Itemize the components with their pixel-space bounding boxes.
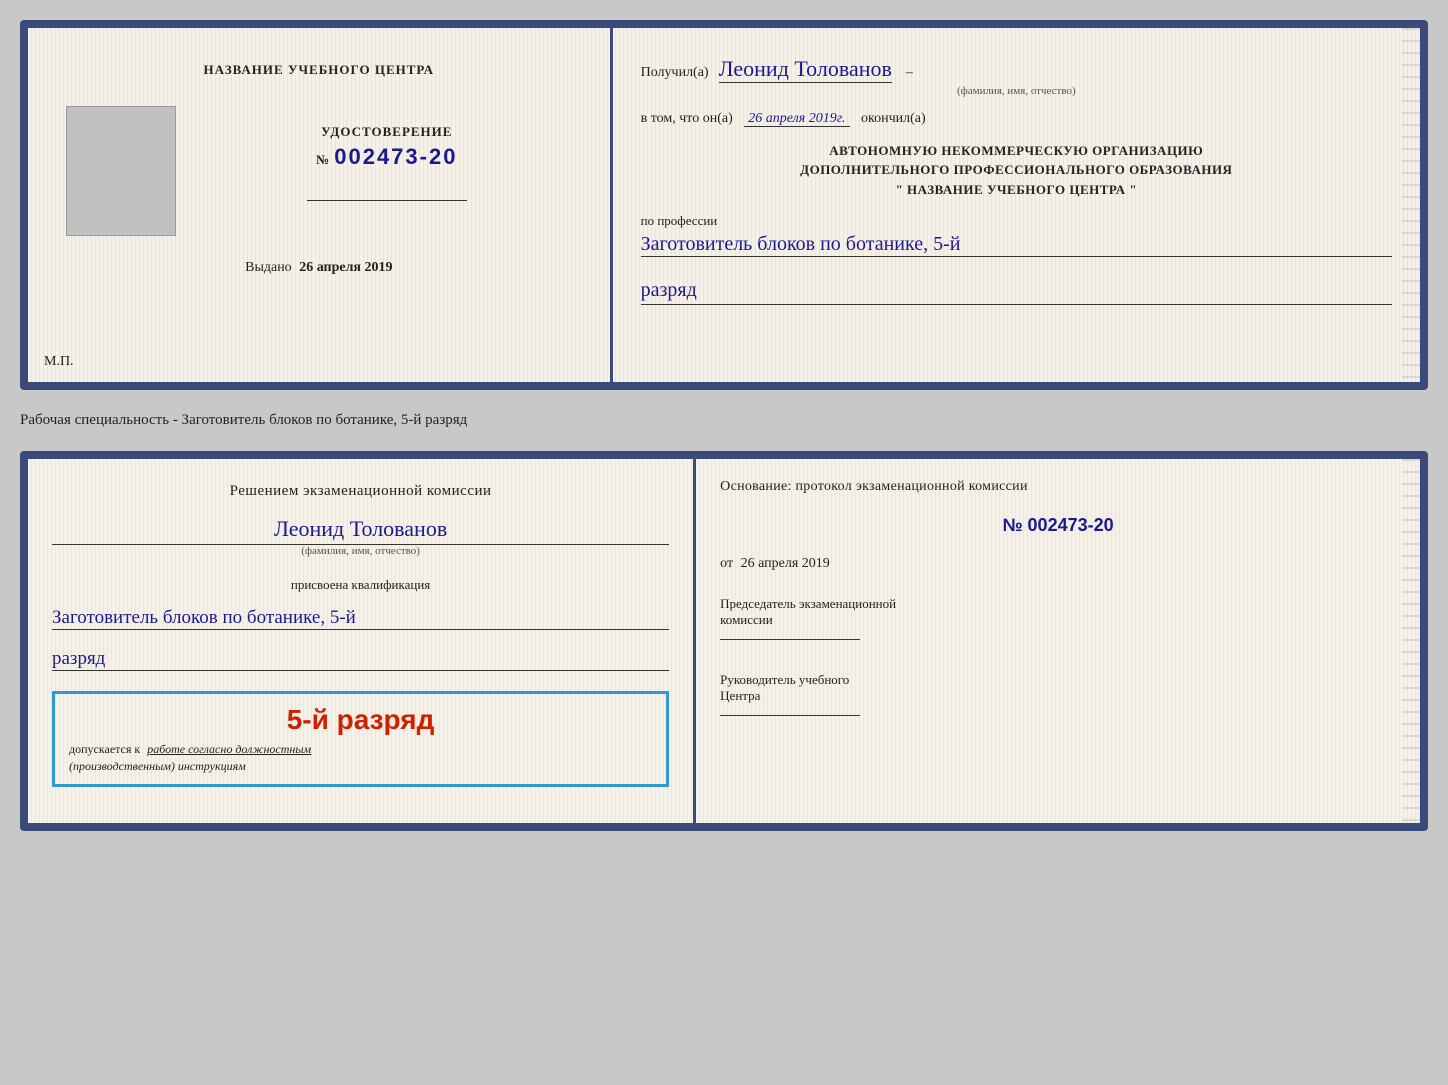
photo-placeholder xyxy=(66,106,176,236)
recipient-block: Получил(а) Леонид Толованов – (фамилия, … xyxy=(641,56,1392,97)
specialty-label: Рабочая специальность - Заготовитель бло… xyxy=(20,408,1428,433)
doc1-left: НАЗВАНИЕ УЧЕБНОГО ЦЕНТРА УДОСТОВЕРЕНИЕ №… xyxy=(28,28,613,382)
issued-line: Выдано 26 апреля 2019 xyxy=(245,260,392,276)
predsedatel-block: Председатель экзаменационной комиссии xyxy=(720,596,1396,644)
fio-subtitle: (фамилия, имя, отчество) xyxy=(641,85,1392,97)
vtom-prefix: в том, что он(а) xyxy=(641,111,733,126)
komissia-heading: Решением экзаменационной комиссии xyxy=(52,483,669,500)
razryad2-handwritten: разряд xyxy=(52,648,669,671)
ot-date: 26 апреля 2019 xyxy=(741,556,830,571)
doc1-heading: НАЗВАНИЕ УЧЕБНОГО ЦЕНТРА xyxy=(204,62,435,78)
page-wrapper: НАЗВАНИЕ УЧЕБНОГО ЦЕНТРА УДОСТОВЕРЕНИЕ №… xyxy=(20,20,1428,831)
stamp-instruk: (производственным) инструкциям xyxy=(69,759,652,774)
rukiv-block: Руководитель учебного Центра xyxy=(720,672,1396,720)
org-name: " НАЗВАНИЕ УЧЕБНОГО ЦЕНТРА " xyxy=(641,180,1392,200)
razryad-handwritten: разряд xyxy=(641,279,1392,305)
org-block: АВТОНОМНУЮ НЕКОММЕРЧЕСКУЮ ОРГАНИЗАЦИЮ ДО… xyxy=(641,141,1392,200)
okonchil: окончил(а) xyxy=(861,111,926,126)
po-professii: по профессии xyxy=(641,213,1392,229)
osnov-heading: Основание: протокол экзаменационной коми… xyxy=(720,479,1396,495)
doc1-right: Получил(а) Леонид Толованов – (фамилия, … xyxy=(613,28,1420,382)
predsedatel-label: Председатель экзаменационной xyxy=(720,596,1396,612)
kvalif-block: Заготовитель блоков по ботанике, 5-й xyxy=(52,603,669,630)
recipient-name: Леонид Толованов xyxy=(719,56,892,83)
prisvoena-text: присвоена квалификация xyxy=(52,577,669,593)
prot-number: № 002473-20 xyxy=(720,515,1396,536)
kvalif-handwritten: Заготовитель блоков по ботанике, 5-й xyxy=(52,607,669,630)
doc2-right: Основание: протокол экзаменационной коми… xyxy=(696,459,1420,823)
predsedatel-label2: комиссии xyxy=(720,612,1396,628)
razryad2-block: разряд xyxy=(52,640,669,671)
stamp-dopusk: допускается к xyxy=(69,742,140,756)
cert-number-prefix: № xyxy=(316,152,330,167)
rukiv-label2: Центра xyxy=(720,688,1396,704)
vtom-date: 26 апреля 2019г. xyxy=(744,111,849,127)
org-line1: АВТОНОМНУЮ НЕКОММЕРЧЕСКУЮ ОРГАНИЗАЦИЮ xyxy=(641,141,1392,161)
org-line2: ДОПОЛНИТЕЛЬНОГО ПРОФЕССИОНАЛЬНОГО ОБРАЗО… xyxy=(641,160,1392,180)
certificate-doc1: НАЗВАНИЕ УЧЕБНОГО ЦЕНТРА УДОСТОВЕРЕНИЕ №… xyxy=(20,20,1428,390)
doc2-fio-subtitle: (фамилия, имя, отчество) xyxy=(52,545,669,557)
stamp-rabote: работе согласно должностным xyxy=(147,742,311,756)
mp-label: М.П. xyxy=(44,354,74,370)
cert-number: 002473-20 xyxy=(334,144,457,169)
stamp-box: 5-й разряд допускается к работе согласно… xyxy=(52,691,669,787)
certificate-doc2: Решением экзаменационной комиссии Леонид… xyxy=(20,451,1428,831)
date-block: в том, что он(а) 26 апреля 2019г. окончи… xyxy=(641,111,1392,127)
issued-label: Выдано xyxy=(245,260,292,275)
issued-date: 26 апреля 2019 xyxy=(299,260,392,275)
rukiv-label: Руководитель учебного xyxy=(720,672,1396,688)
doc2-left: Решением экзаменационной комиссии Леонид… xyxy=(28,459,696,823)
ot-date-block: от 26 апреля 2019 xyxy=(720,556,1396,572)
profession-handwritten: Заготовитель блоков по ботанике, 5-й xyxy=(641,233,1392,257)
cert-number-block: УДОСТОВЕРЕНИЕ № 002473-20 xyxy=(316,124,457,170)
razryad-block: разряд xyxy=(641,271,1392,305)
cert-label: УДОСТОВЕРЕНИЕ xyxy=(316,124,457,140)
poluchil-prefix: Получил(а) xyxy=(641,65,709,80)
komissia-name: Леонид Толованов xyxy=(52,516,669,545)
stamp-subtext: допускается к работе согласно должностны… xyxy=(69,742,652,757)
predsedatel-sign-line xyxy=(720,639,860,640)
ot-label: от xyxy=(720,556,733,571)
rukiv-sign-line xyxy=(720,715,860,716)
stamp-big-text: 5-й разряд xyxy=(69,704,652,736)
profession-block: по профессии Заготовитель блоков по бота… xyxy=(641,213,1392,257)
